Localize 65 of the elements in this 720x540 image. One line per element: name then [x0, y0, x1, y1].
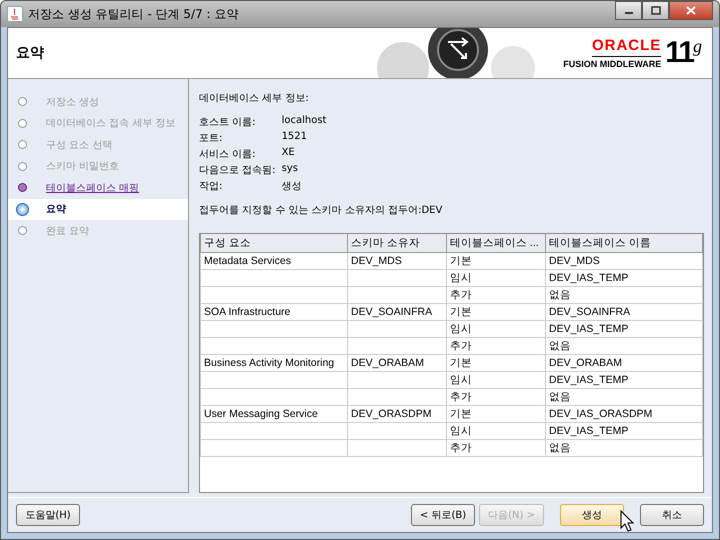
table-cell: 추가	[450, 289, 472, 301]
field-value: localhost	[282, 115, 326, 128]
table-cell: 임시	[450, 323, 472, 335]
field-label: 포트:	[199, 132, 224, 145]
cursor-icon	[620, 510, 634, 532]
brand-logo: ORACLE	[592, 37, 662, 57]
help-button[interactable]: 도움말(H)	[16, 504, 80, 526]
table-cell: 기본	[450, 357, 472, 369]
table-cell: 추가	[450, 340, 472, 352]
product-name: FUSION MIDDLEWARE	[563, 58, 662, 69]
table-cell: DEV_ORABAM	[351, 357, 424, 369]
close-button[interactable]	[669, 1, 713, 20]
table-cell: DEV_MDS	[549, 255, 600, 267]
window-title: 저장소 생성 유틸리티 - 단계 5/7 : 요약	[28, 6, 238, 22]
table-cell: 기본	[450, 255, 472, 267]
field-value: sys	[282, 163, 299, 176]
field-label: 다음으로 접속됨:	[199, 164, 276, 177]
table-cell: DEV_IAS_TEMP	[549, 323, 628, 335]
maximize-icon	[650, 6, 660, 15]
table-cell: Metadata Services	[204, 255, 291, 267]
table-cell: Business Activity Monitoring	[204, 357, 334, 369]
table-cell: 없음	[549, 340, 571, 352]
field-label: 작업:	[199, 180, 224, 193]
table-cell: 기본	[450, 306, 472, 318]
table-cell: 추가	[450, 442, 472, 454]
table-cell: DEV_ORASDPM	[351, 408, 432, 420]
field-value: 1521	[282, 131, 308, 144]
section-heading: 데이터베이스 세부 정보:	[199, 92, 310, 105]
table-cell: 기본	[450, 408, 472, 420]
table-cell: DEV_IAS_TEMP	[549, 374, 628, 386]
minimize-button[interactable]	[615, 1, 642, 20]
wizard-button[interactable]: < 뒤로(B)	[410, 504, 476, 526]
step-item[interactable]: 요약	[8, 198, 188, 220]
table-cell: 없음	[549, 289, 571, 301]
table-cell: 추가	[450, 391, 472, 403]
table-cell: 임시	[450, 425, 472, 437]
column-header[interactable]: 스키마 소유자	[348, 234, 446, 252]
field-label: 호스트 이름:	[199, 116, 257, 129]
column-header[interactable]: 테이블스페이스 ...	[446, 234, 546, 252]
table-cell: 임시	[450, 374, 472, 386]
column-header[interactable]: 테이블스페이스 이름	[546, 234, 702, 252]
field-value: XE	[282, 147, 296, 160]
table-cell: User Messaging Service	[204, 408, 318, 420]
table-cell: DEV_SOAINFRA	[351, 306, 432, 318]
wizard-button[interactable]: 취소	[640, 504, 704, 526]
field-label: 서비스 이름:	[199, 148, 257, 161]
table-cell: SOA Infrastructure	[204, 306, 290, 318]
prefix-note: 접두어를 지정할 수 있는 스키마 소유자의 접두어:DEV	[199, 204, 444, 217]
table-cell: 없음	[549, 391, 571, 403]
page-title: 요약	[16, 44, 44, 62]
table-cell: DEV_IAS_ORASDPM	[549, 408, 652, 420]
close-icon	[686, 6, 696, 15]
table-cell: DEV_ORABAM	[549, 357, 622, 369]
step-item[interactable]: 테이블스페이스 매핑	[8, 177, 188, 198]
column-header[interactable]: 구성 요소	[200, 234, 348, 252]
java-icon	[7, 6, 23, 22]
table-cell: DEV_MDS	[351, 255, 402, 267]
table-cell: DEV_IAS_TEMP	[549, 272, 628, 284]
table-cell: 없음	[549, 442, 571, 454]
field-value: 생성	[282, 180, 303, 193]
table-cell: 임시	[450, 272, 472, 284]
maximize-button[interactable]	[642, 1, 669, 20]
table-cell: DEV_SOAINFRA	[549, 306, 630, 318]
wizard-button[interactable]: 생성	[560, 504, 624, 526]
table-cell: DEV_IAS_TEMP	[549, 425, 628, 437]
